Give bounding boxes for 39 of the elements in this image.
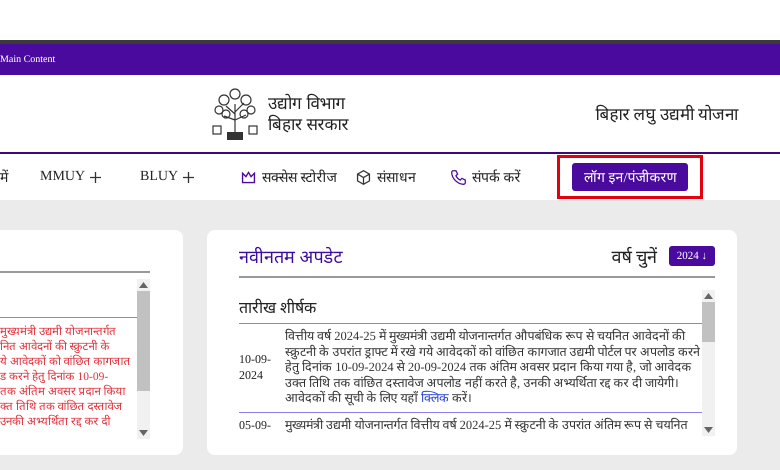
scroll-down-icon[interactable] <box>139 430 148 436</box>
government-name: बिहार सरकार <box>268 114 348 134</box>
update-text-line: ड करने हेतु दिनांक 10-09- <box>0 370 110 384</box>
nav-link[interactable]: सक्सेस स्टोरीज <box>262 167 336 187</box>
year-label: वर्ष चुनें <box>611 246 657 268</box>
nav-link[interactable]: संपर्क करें <box>472 167 520 187</box>
cube-icon <box>355 168 372 186</box>
nav-link[interactable]: में <box>0 167 8 187</box>
scheme-title: बिहार लघु उद्यमी योजना <box>595 104 738 125</box>
update-text-line: मुख्यमंत्री उद्यमी योजनान्तर्गत <box>0 325 117 340</box>
update-text-line: नित आवेदनों की स्क्रुटनी के <box>0 340 110 354</box>
scrollbar[interactable] <box>137 279 150 439</box>
date-cell-text: 10-09-2024 <box>239 352 272 384</box>
date-cell-text: 05-09- <box>239 418 272 433</box>
column-header: तारीख <box>239 298 276 318</box>
scroll-down-icon[interactable] <box>704 427 713 433</box>
scroll-up-icon[interactable] <box>139 282 148 288</box>
update-text-line: तक अंतिम अवसर प्रदान किया <box>0 385 127 400</box>
column-header: शीर्षक <box>280 298 316 318</box>
scroll-up-icon[interactable] <box>704 293 713 299</box>
plus-icon[interactable] <box>183 172 194 182</box>
department-name: उद्योग विभाग <box>268 92 346 114</box>
scrollbar[interactable] <box>702 290 715 436</box>
update-text-line: उनकी अभ्यर्थिता रद्द कर दी <box>0 415 112 430</box>
year-select[interactable]: 2024 ↓ <box>668 246 715 266</box>
updates-title: नवीनतम अपडेट <box>239 246 342 268</box>
nav-link[interactable]: MMUY <box>40 169 86 185</box>
update-text: वित्तीय वर्ष 2024-25 में मुख्यमंत्री उद्यमी योजनान्तर्गत औपबंधिक रूप से चयनित आवेदनों की स्क्रुटनी के उपरांत ड्राफ्ट में रखे गये आवेदकों को वांछित कागजात उद्यमी पोर्टल पर अपलोड करने हेतु दिनांक 10-09-2024 से 20-09-2024 तक अंतिम अवसर प्रदान किया गया है, जो आवेदक उक्त तिथि तक वांछित दस्तावेज अपलोड नहीं करते है, उनकी अभ्यर्थिता रद्द कर दी जायेगी। आवेदकों की सूची के लिए यहाँ क्लिक करें। <box>285 329 702 406</box>
update-text: मुख्यमंत्री उद्यमी योजनान्तर्गत वित्तीय वर्ष 2024-25 में स्क्रुटनी के उपरांत अंतिम रूप से चयनित <box>285 418 688 433</box>
update-text-line: ये आवेदकों को वांछित कागजात <box>0 355 132 370</box>
nav-link[interactable]: संसाधन <box>377 167 416 187</box>
crown-icon <box>240 168 257 186</box>
plus-icon[interactable] <box>90 172 102 182</box>
skip-link[interactable]: Main Content <box>0 54 56 65</box>
click-link[interactable]: क्लिक <box>420 391 449 405</box>
update-text-line: क्त तिथि तक वांछित दस्तावेज <box>0 400 124 414</box>
login-button[interactable]: लॉग इन/पंजीकरण <box>572 163 688 191</box>
phone-icon <box>450 168 467 186</box>
nav-link[interactable]: BLUY <box>140 169 178 185</box>
